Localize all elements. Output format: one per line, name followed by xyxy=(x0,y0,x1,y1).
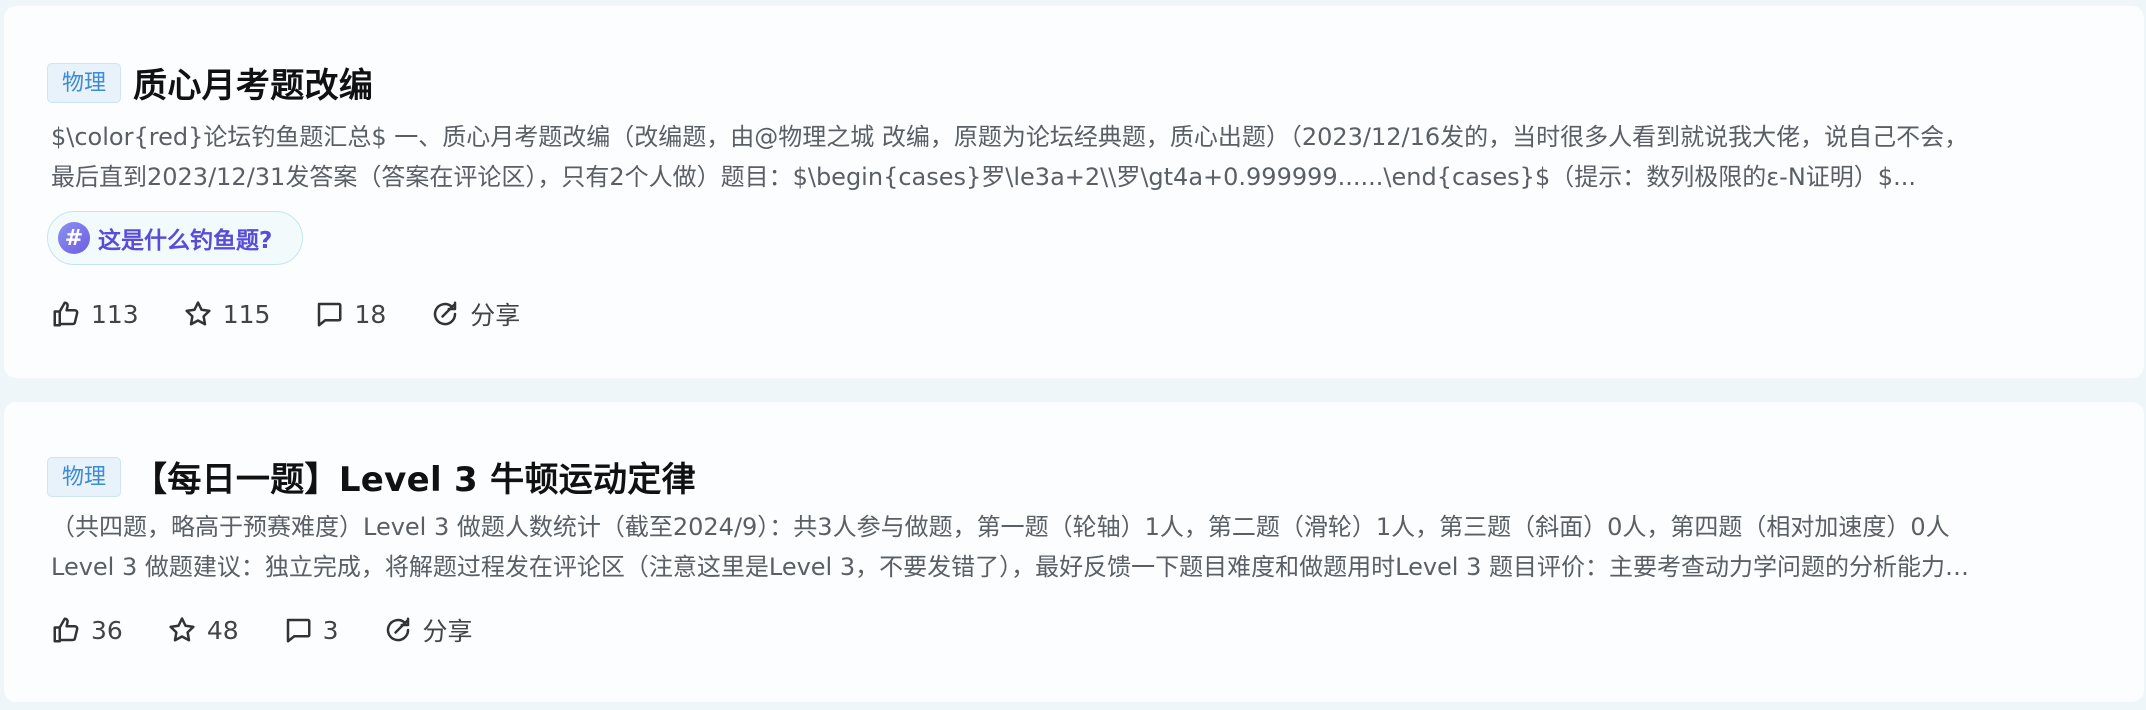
post-card[interactable]: 物理 【每日一题】Level 3 牛顿运动定律 （共四题，略高于预赛难度）Lev… xyxy=(4,402,2144,702)
hashtag-icon: # xyxy=(58,222,90,254)
summary-line: （共四题，略高于预赛难度）Level 3 做题人数统计（截至2024/9）：共3… xyxy=(51,513,1950,541)
post-title[interactable]: 质心月考题改编 xyxy=(133,58,373,107)
like-count: 36 xyxy=(91,615,123,645)
topic-chip[interactable]: # 这是什么钓鱼题? xyxy=(47,211,304,265)
post-header: 物理 【每日一题】Level 3 牛顿运动定律 xyxy=(47,452,696,501)
post-summary[interactable]: （共四题，略高于预赛难度）Level 3 做题人数统计（截至2024/9）：共3… xyxy=(51,507,2098,587)
post-header: 物理 质心月考题改编 xyxy=(47,58,373,107)
comment-button[interactable]: 18 xyxy=(314,299,386,329)
like-button[interactable]: 113 xyxy=(51,299,139,329)
like-count: 113 xyxy=(91,299,139,329)
share-button[interactable]: 分享 xyxy=(383,612,473,648)
action-bar: 113 115 18 分享 xyxy=(51,296,564,332)
post-title[interactable]: 【每日一题】Level 3 牛顿运动定律 xyxy=(133,452,696,501)
star-icon xyxy=(185,301,211,326)
share-label: 分享 xyxy=(470,301,521,330)
favorite-count: 48 xyxy=(206,615,239,645)
comment-icon xyxy=(318,302,342,327)
post-summary[interactable]: $\color{red}论坛钓鱼题汇总$ 一、质心月考题改编（改编题，由@物理之… xyxy=(51,117,2098,197)
share-icon xyxy=(386,617,409,642)
comment-icon xyxy=(286,618,311,643)
thumbs-up-icon xyxy=(53,617,79,643)
summary-line: $\color{red}论坛钓鱼题汇总$ 一、质心月考题改编（改编题，由@物理之… xyxy=(51,123,1969,151)
favorite-button[interactable]: 115 xyxy=(183,299,271,329)
comment-count: 18 xyxy=(354,299,387,329)
star-icon xyxy=(169,617,195,642)
thumbs-up-icon xyxy=(53,301,79,327)
comment-count: 3 xyxy=(322,615,339,645)
category-tag[interactable]: 物理 xyxy=(47,62,122,103)
topic-label: 这是什么钓鱼题? xyxy=(98,228,273,254)
favorite-count: 115 xyxy=(222,299,271,329)
summary-line: Level 3 做题建议：独立完成，将解题过程发在评论区（注意这里是Level … xyxy=(51,553,1970,581)
like-button[interactable]: 36 xyxy=(51,615,123,645)
share-label: 分享 xyxy=(422,617,473,646)
favorite-button[interactable]: 48 xyxy=(167,615,239,645)
share-button[interactable]: 分享 xyxy=(430,296,520,332)
summary-line: 最后直到2023/12/31发答案（答案在评论区），只有2个人做）题目：$\be… xyxy=(51,163,1916,191)
post-card[interactable]: 物理 质心月考题改编 $\color{red}论坛钓鱼题汇总$ 一、质心月考题改… xyxy=(4,6,2144,378)
category-tag[interactable]: 物理 xyxy=(47,456,122,497)
action-bar: 36 48 3 分享 xyxy=(51,612,517,648)
comment-button[interactable]: 3 xyxy=(283,615,339,645)
share-icon xyxy=(434,301,457,326)
